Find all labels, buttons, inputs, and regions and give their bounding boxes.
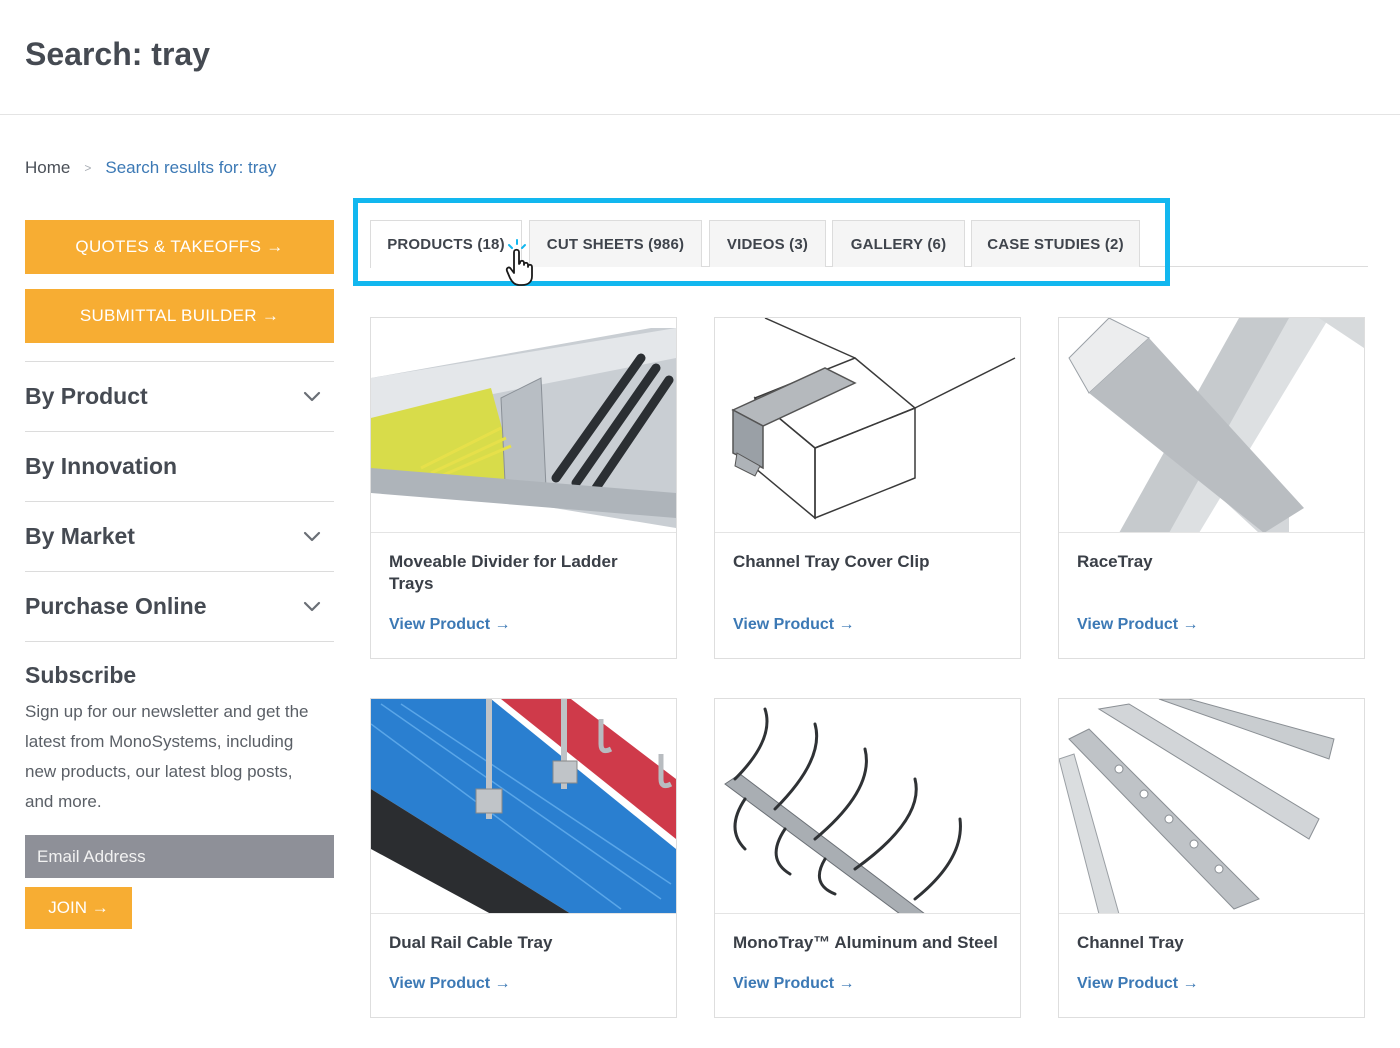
- submittal-builder-button[interactable]: SUBMITTAL BUILDER →: [25, 289, 334, 343]
- product-card[interactable]: Channel Tray View Product →: [1058, 698, 1365, 1018]
- sidebar-item-label: By Innovation: [25, 453, 178, 479]
- breadcrumb-home-link[interactable]: Home: [25, 158, 70, 178]
- view-product-link[interactable]: View Product →: [1077, 975, 1199, 993]
- channel-tray-image: [1059, 699, 1364, 914]
- join-button[interactable]: JOIN →: [25, 887, 132, 929]
- cover-clip-image: [715, 318, 1020, 533]
- product-title[interactable]: Moveable Divider for Ladder Trays: [389, 551, 659, 595]
- product-card[interactable]: MonoTray™ Aluminum and Steel View Produc…: [714, 698, 1021, 1018]
- sidebar-item-by-product[interactable]: By Product: [25, 362, 334, 432]
- view-product-link[interactable]: View Product →: [389, 975, 511, 993]
- sidebar-item-by-market[interactable]: By Market: [25, 502, 334, 572]
- view-product-link[interactable]: View Product →: [389, 616, 511, 634]
- email-input[interactable]: [25, 835, 334, 878]
- chevron-down-icon[interactable]: [302, 387, 322, 407]
- monotray-image: [715, 699, 1020, 914]
- breadcrumb: Home > Search results for: tray: [25, 158, 276, 178]
- view-product-link[interactable]: View Product →: [1077, 616, 1199, 634]
- quotes-takeoffs-button[interactable]: QUOTES & TAKEOFFS →: [25, 220, 334, 274]
- product-card[interactable]: RaceTray View Product →: [1058, 317, 1365, 659]
- product-card[interactable]: Moveable Divider for Ladder Trays View P…: [370, 317, 677, 659]
- dual-rail-tray-image: [371, 699, 676, 914]
- sidebar-item-by-innovation[interactable]: By Innovation: [25, 432, 334, 502]
- sidebar-item-label: By Product: [25, 383, 148, 409]
- chevron-down-icon[interactable]: [302, 597, 322, 617]
- sidebar-item-purchase-online[interactable]: Purchase Online: [25, 572, 334, 642]
- product-title[interactable]: Dual Rail Cable Tray: [389, 932, 659, 954]
- sidebar-item-label: Purchase Online: [25, 593, 207, 619]
- product-title[interactable]: RaceTray: [1077, 551, 1347, 573]
- racetray-image: [1059, 318, 1364, 533]
- product-title[interactable]: Channel Tray Cover Clip: [733, 551, 1003, 573]
- product-card[interactable]: Channel Tray Cover Clip View Product →: [714, 317, 1021, 659]
- breadcrumb-current-link[interactable]: Search results for: tray: [105, 158, 276, 178]
- subscribe-section: Subscribe Sign up for our newsletter and…: [25, 662, 334, 929]
- view-product-link[interactable]: View Product →: [733, 616, 855, 634]
- sidebar-item-label: By Market: [25, 523, 135, 549]
- view-product-link[interactable]: View Product →: [733, 975, 855, 993]
- tabs-highlight-box: [353, 198, 1170, 286]
- product-title[interactable]: MonoTray™ Aluminum and Steel: [733, 932, 1003, 954]
- subscribe-title: Subscribe: [25, 662, 137, 688]
- product-card[interactable]: Dual Rail Cable Tray View Product →: [370, 698, 677, 1018]
- page-title: Search: tray: [25, 36, 210, 72]
- chevron-down-icon[interactable]: [302, 527, 322, 547]
- ladder-tray-divider-image: [371, 318, 676, 533]
- product-title[interactable]: Channel Tray: [1077, 932, 1347, 954]
- hand-pointer-icon: [500, 236, 540, 288]
- page-header: Search: tray: [0, 0, 1400, 115]
- sidebar: QUOTES & TAKEOFFS → SUBMITTAL BUILDER → …: [25, 220, 334, 929]
- sidebar-nav: By Product By Innovation By Market Purch…: [25, 361, 334, 642]
- subscribe-text: Sign up for our newsletter and get the l…: [25, 702, 309, 811]
- breadcrumb-separator: >: [84, 161, 92, 175]
